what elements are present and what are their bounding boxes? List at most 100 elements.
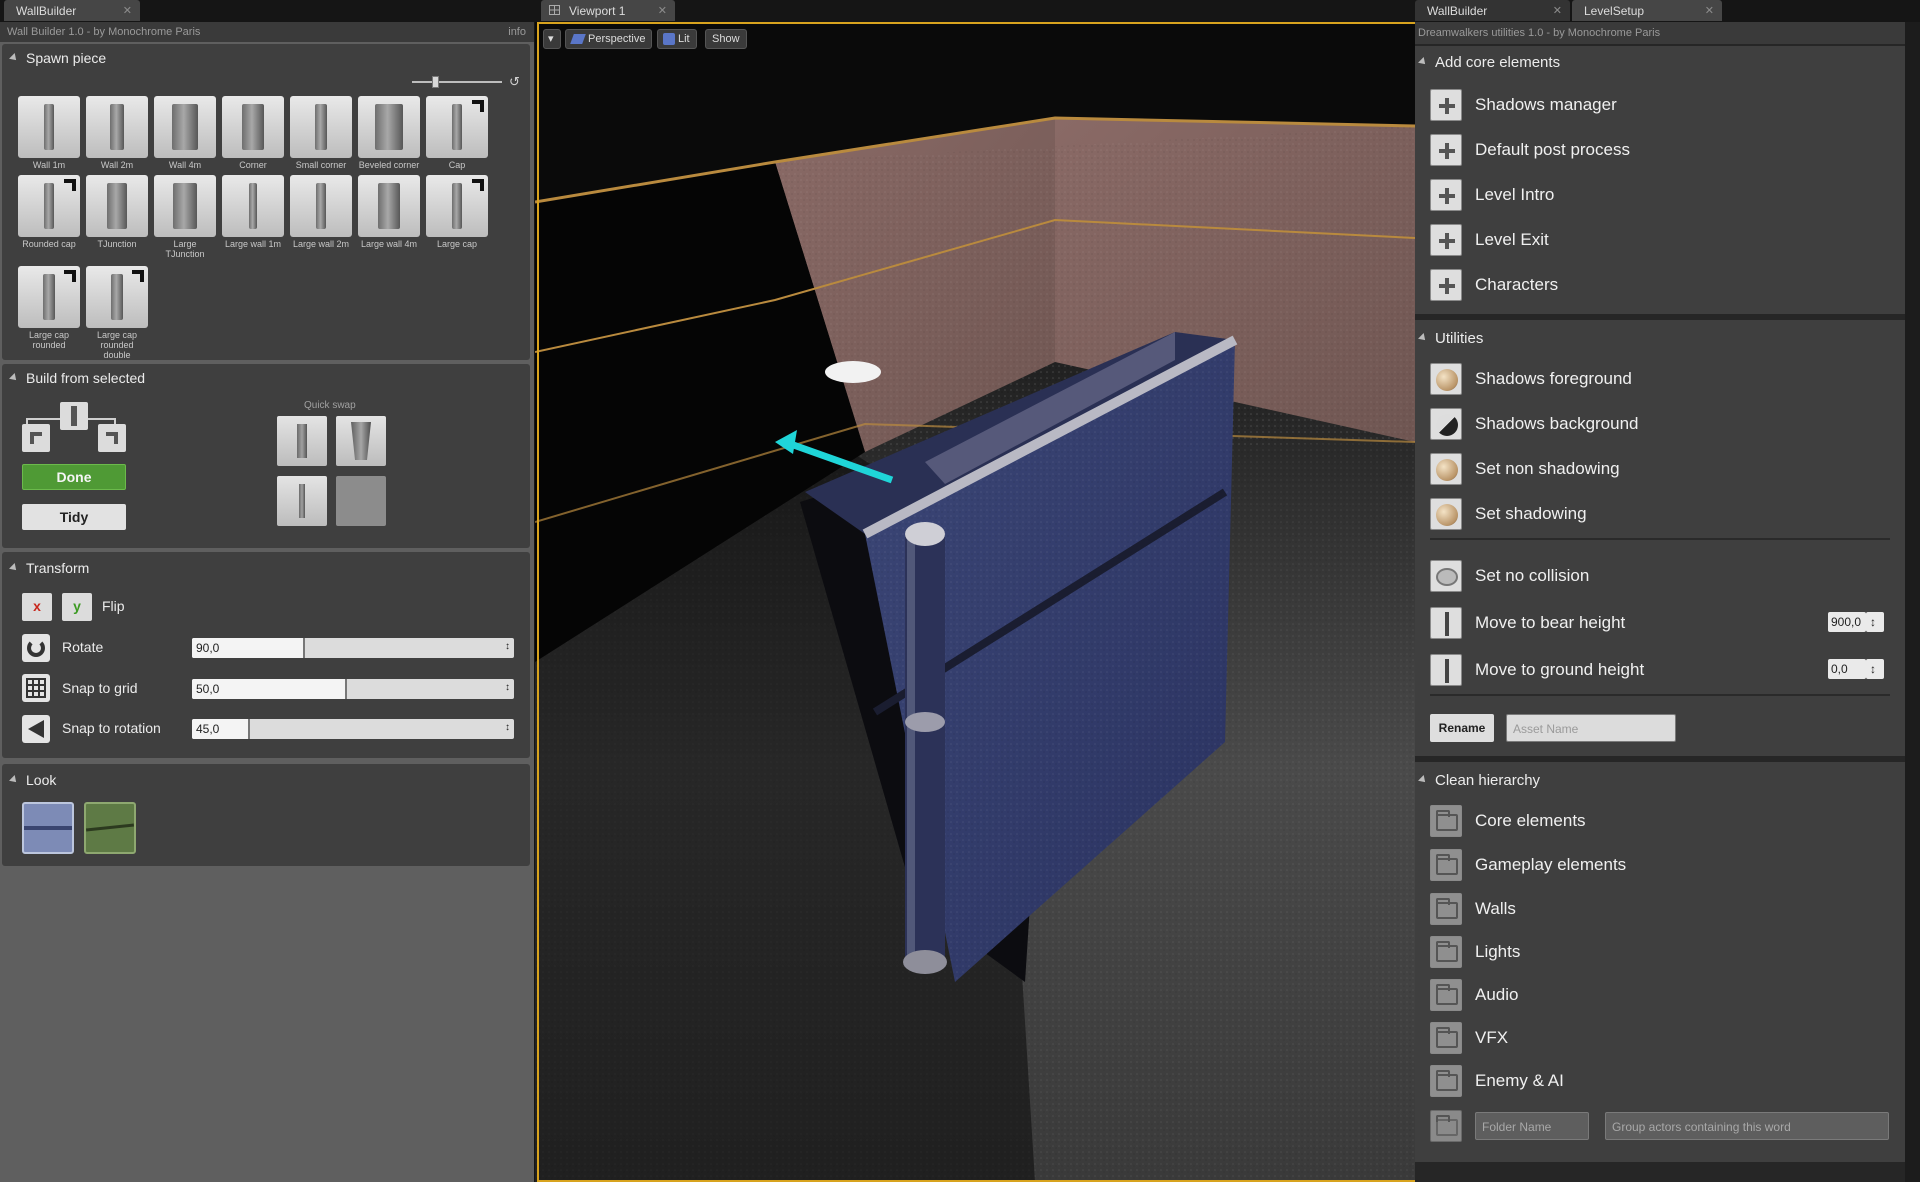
close-icon[interactable]: ✕	[1705, 4, 1714, 17]
spin-icon[interactable]: ↕	[505, 682, 510, 693]
add-icon[interactable]	[1430, 224, 1462, 256]
clean-item-enemy-ai[interactable]: Enemy & AI	[1415, 1060, 1905, 1098]
snap-grid-slider[interactable]: 50,0 ↕	[192, 679, 514, 699]
shadow-background-icon[interactable]	[1430, 408, 1462, 440]
group-actors-input[interactable]: Group actors containing this word	[1605, 1112, 1889, 1140]
clean-header[interactable]: Clean hierarchy	[1418, 772, 1540, 789]
add-icon[interactable]	[1430, 134, 1462, 166]
bear-height-icon[interactable]	[1430, 607, 1462, 639]
quick-swap-thin-wall[interactable]	[277, 476, 327, 526]
ground-height-value[interactable]: 0,0	[1828, 659, 1866, 679]
tidy-button[interactable]: Tidy	[22, 504, 126, 530]
core-header[interactable]: Add core elements	[1418, 54, 1560, 71]
lit-button[interactable]: Lit	[657, 29, 697, 49]
snap-rotation-slider[interactable]: 45,0 ↕	[192, 719, 514, 739]
connect-top-button[interactable]	[60, 402, 88, 430]
spawn-piece-small-corner[interactable]: Small corner	[290, 96, 352, 170]
spawn-piece-large-wall-1m[interactable]: Large wall 1m	[222, 175, 284, 249]
clean-item-lights[interactable]: Lights	[1415, 931, 1905, 969]
core-item-level-intro[interactable]: Level Intro	[1415, 174, 1905, 212]
thumbnail-size-handle[interactable]	[432, 76, 439, 88]
flip-y-button[interactable]: y	[62, 593, 92, 621]
build-header[interactable]: Build from selected	[9, 370, 145, 386]
spawn-piece-rounded-cap[interactable]: Rounded cap	[18, 175, 80, 249]
spawn-piece-header[interactable]: Spawn piece	[9, 50, 106, 66]
tab-levelsetup[interactable]: LevelSetup ✕	[1572, 0, 1722, 21]
spawn-piece-wall-1m[interactable]: Wall 1m	[18, 96, 80, 170]
info-link[interactable]: info	[508, 26, 526, 38]
clean-item-gameplay-elements[interactable]: Gameplay elements	[1415, 844, 1905, 882]
shadowing-icon[interactable]	[1430, 498, 1462, 530]
transform-header[interactable]: Transform	[9, 560, 89, 576]
add-icon[interactable]	[1430, 179, 1462, 211]
done-button[interactable]: Done	[22, 464, 126, 490]
spawn-piece-wall-2m[interactable]: Wall 2m	[86, 96, 148, 170]
spin-icon[interactable]: ↕	[505, 641, 510, 652]
tab-viewport[interactable]: Viewport 1 ✕	[541, 0, 675, 21]
bear-height-value[interactable]: 900,0	[1828, 612, 1866, 632]
connect-right-button[interactable]	[98, 424, 126, 452]
new-folder-button[interactable]	[1430, 1110, 1462, 1142]
spawn-piece-large-wall-2m[interactable]: Large wall 2m	[290, 175, 352, 249]
util-item-set-non-shadowing[interactable]: Set non shadowing	[1415, 448, 1905, 486]
util-item-shadows-background[interactable]: Shadows background	[1415, 403, 1905, 441]
util-item-set-no-collision[interactable]: Set no collision	[1415, 555, 1905, 593]
spawn-piece-tjunction[interactable]: TJunction	[86, 175, 148, 249]
shadow-foreground-icon[interactable]	[1430, 363, 1462, 395]
viewport[interactable]: Viewport 1 ✕ ▾ Perspective Lit Show	[535, 0, 1415, 1182]
spawn-piece-large-wall-4m[interactable]: Large wall 4m	[358, 175, 420, 249]
viewport-menu-button[interactable]: ▾	[543, 29, 561, 49]
spawn-piece-cap[interactable]: Cap	[426, 96, 488, 170]
asset-name-input[interactable]: Asset Name	[1506, 714, 1676, 742]
spawn-piece-wall-4m[interactable]: Wall 4m	[154, 96, 216, 170]
folder-button[interactable]	[1430, 936, 1462, 968]
clean-item-audio[interactable]: Audio	[1415, 974, 1905, 1012]
tab-wallbuilder-right[interactable]: WallBuilder ✕	[1415, 0, 1570, 21]
thumbnail-size-slider[interactable]	[412, 81, 502, 83]
core-item-default-post-process[interactable]: Default post process	[1415, 129, 1905, 167]
close-icon[interactable]: ✕	[1553, 4, 1562, 17]
spawn-piece-large-cap-rounded[interactable]: Large cap rounded	[18, 266, 80, 350]
look-green-swatch[interactable]	[84, 802, 136, 854]
clean-item-vfx[interactable]: VFX	[1415, 1017, 1905, 1055]
folder-button[interactable]	[1430, 849, 1462, 881]
right-scrollbar[interactable]	[1905, 22, 1920, 1182]
util-item-set-shadowing[interactable]: Set shadowing	[1415, 493, 1905, 531]
look-blue-swatch[interactable]	[22, 802, 74, 854]
folder-name-input[interactable]: Folder Name	[1475, 1112, 1589, 1140]
spawn-piece-large-cap-rounded-double[interactable]: Large cap rounded double	[86, 266, 148, 360]
folder-button[interactable]	[1430, 893, 1462, 925]
close-icon[interactable]: ✕	[123, 4, 132, 17]
add-icon[interactable]	[1430, 89, 1462, 121]
spin-icon[interactable]: ↕	[505, 722, 510, 733]
reset-icon[interactable]: ↺	[509, 74, 520, 90]
core-item-shadows-manager[interactable]: Shadows manager	[1415, 84, 1905, 122]
folder-button[interactable]	[1430, 1022, 1462, 1054]
ground-height-spin-icon[interactable]: ↕	[1866, 659, 1884, 679]
quick-swap-wall[interactable]	[277, 416, 327, 466]
spawn-piece-large-tjunction[interactable]: Large TJunction	[154, 175, 216, 259]
ground-height-icon[interactable]	[1430, 654, 1462, 686]
non-shadowing-icon[interactable]	[1430, 453, 1462, 485]
core-item-level-exit[interactable]: Level Exit	[1415, 219, 1905, 257]
close-icon[interactable]: ✕	[658, 4, 667, 17]
no-collision-icon[interactable]	[1430, 560, 1462, 592]
rotate-slider[interactable]: 90,0 ↕	[192, 638, 514, 658]
spawn-piece-corner[interactable]: Corner	[222, 96, 284, 170]
flip-x-button[interactable]: x	[22, 593, 52, 621]
clean-item-walls[interactable]: Walls	[1415, 888, 1905, 926]
utilities-header[interactable]: Utilities	[1418, 330, 1483, 347]
spawn-piece-large-cap[interactable]: Large cap	[426, 175, 488, 249]
clean-item-core-elements[interactable]: Core elements	[1415, 800, 1905, 838]
folder-button[interactable]	[1430, 1065, 1462, 1097]
quick-swap-empty[interactable]	[336, 476, 386, 526]
tab-wallbuilder[interactable]: WallBuilder ✕	[4, 0, 140, 21]
util-item-shadows-foreground[interactable]: Shadows foreground	[1415, 358, 1905, 396]
core-item-characters[interactable]: Characters	[1415, 264, 1905, 302]
rename-button[interactable]: Rename	[1430, 714, 1494, 742]
look-header[interactable]: Look	[9, 772, 56, 788]
quick-swap-corner[interactable]	[336, 416, 386, 466]
bear-height-spin-icon[interactable]: ↕	[1866, 612, 1884, 632]
show-button[interactable]: Show	[705, 29, 747, 49]
connect-left-button[interactable]	[22, 424, 50, 452]
